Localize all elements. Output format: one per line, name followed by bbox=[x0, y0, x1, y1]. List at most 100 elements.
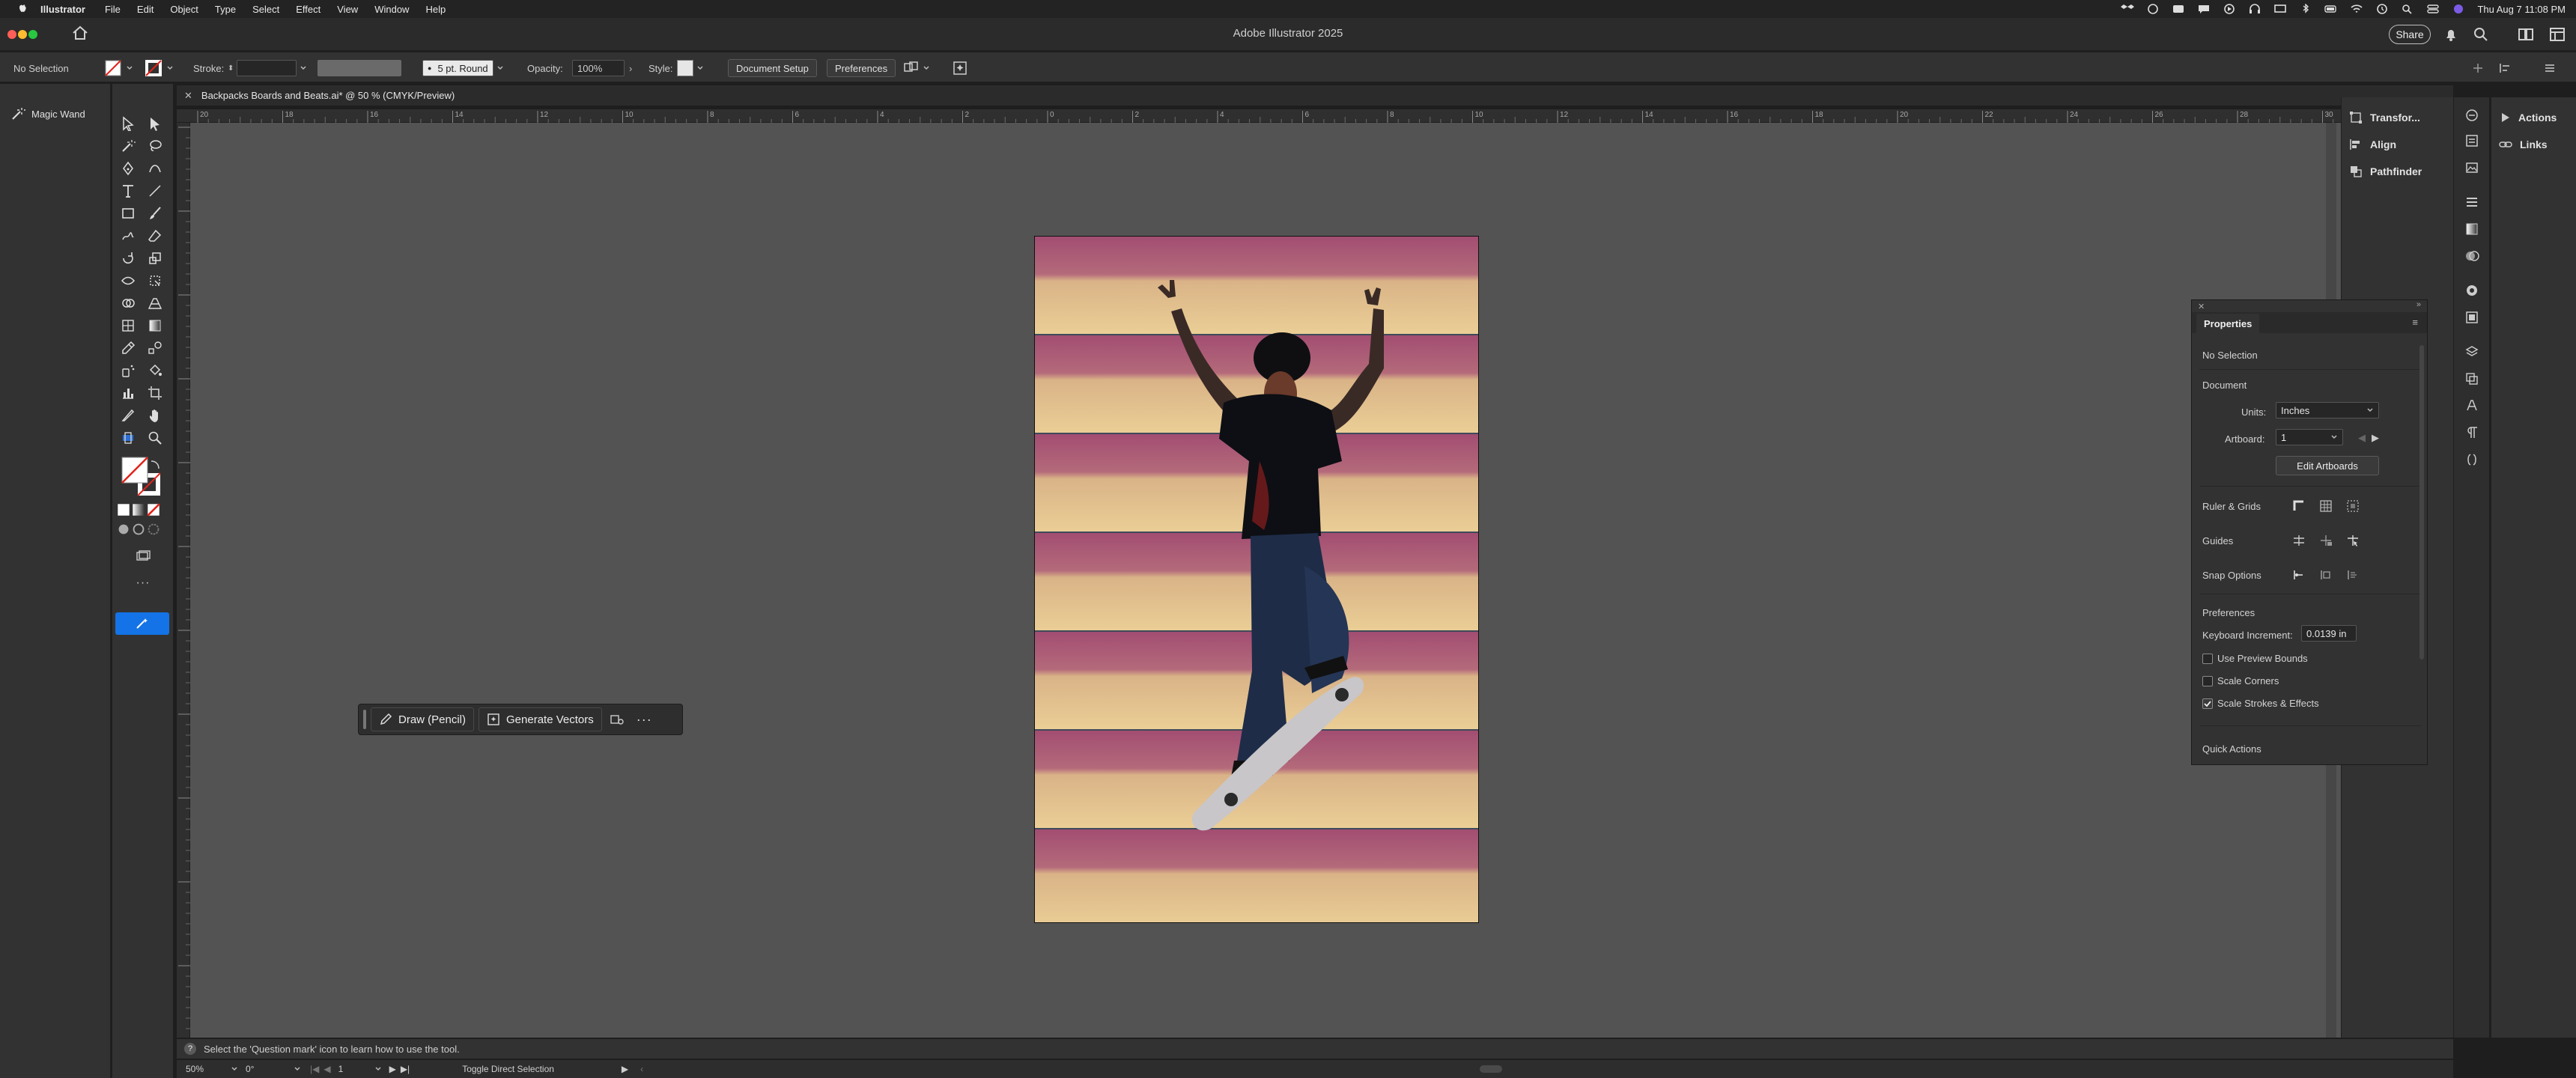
taskbar-settings-button[interactable] bbox=[610, 713, 625, 726]
time-machine-icon[interactable] bbox=[2375, 4, 2389, 14]
snap-to-point-button[interactable] bbox=[2289, 565, 2309, 585]
artboards-panel-icon[interactable] bbox=[2464, 371, 2479, 386]
artboard[interactable] bbox=[1034, 236, 1479, 923]
shaper-tool[interactable] bbox=[118, 226, 138, 246]
links-panel-tab[interactable]: Links bbox=[2499, 135, 2548, 154]
notifications-icon[interactable] bbox=[2443, 26, 2459, 43]
character-panel-icon[interactable] bbox=[2464, 398, 2479, 413]
collapse-panel-icon[interactable]: » bbox=[2416, 300, 2421, 309]
draw-behind-button[interactable] bbox=[132, 523, 145, 536]
battery-icon[interactable] bbox=[2324, 4, 2338, 14]
arrange-icon-group[interactable] bbox=[903, 60, 930, 76]
display-icon[interactable] bbox=[2273, 4, 2287, 14]
graphic-style-picker[interactable] bbox=[677, 60, 704, 76]
stroke-weight-input[interactable] bbox=[237, 60, 297, 76]
eraser-tool[interactable] bbox=[145, 226, 165, 246]
use-preview-bounds-checkbox[interactable] bbox=[2202, 654, 2213, 664]
previous-artboard-icon[interactable]: ◀ bbox=[323, 1064, 330, 1074]
contextual-taskbar-toggle[interactable] bbox=[115, 612, 169, 635]
menu-help[interactable]: Help bbox=[425, 4, 446, 15]
gradient-mode-button[interactable] bbox=[132, 503, 145, 517]
artboard-number-field[interactable]: 1 bbox=[338, 1064, 374, 1074]
opentype-panel-icon[interactable] bbox=[2464, 452, 2479, 467]
draw-pencil-button[interactable]: Draw (Pencil) bbox=[371, 707, 475, 731]
none-mode-button[interactable] bbox=[147, 503, 160, 517]
transparency-grid-button[interactable] bbox=[2343, 496, 2363, 516]
menu-edit[interactable]: Edit bbox=[137, 4, 154, 15]
generative-recolor-icon[interactable] bbox=[953, 61, 969, 76]
arrange-documents-icon[interactable] bbox=[2549, 26, 2566, 43]
gradient-panel-icon[interactable] bbox=[2464, 222, 2479, 237]
artboard-select[interactable]: 1 bbox=[2276, 429, 2343, 445]
search-help-icon[interactable] bbox=[2473, 26, 2489, 43]
edit-artboards-button[interactable]: Edit Artboards bbox=[2276, 456, 2379, 475]
transparency-panel-icon[interactable] bbox=[2464, 249, 2479, 264]
align-options-icon[interactable] bbox=[2498, 61, 2512, 75]
last-artboard-icon[interactable]: ▶| bbox=[401, 1064, 410, 1074]
bluetooth-icon[interactable] bbox=[2299, 4, 2312, 14]
rectangle-tool[interactable] bbox=[118, 204, 138, 223]
lasso-tool[interactable] bbox=[145, 136, 165, 156]
scale-tool[interactable] bbox=[145, 249, 165, 268]
zoom-tool[interactable] bbox=[145, 428, 165, 448]
type-tool[interactable] bbox=[118, 181, 138, 201]
share-button[interactable]: Share bbox=[2389, 25, 2431, 44]
artboard-tool[interactable] bbox=[145, 383, 165, 403]
generative-icon-group[interactable] bbox=[953, 60, 969, 76]
stroke-panel-icon[interactable] bbox=[2464, 195, 2479, 210]
show-rulers-button[interactable] bbox=[2289, 496, 2309, 516]
draw-inside-button[interactable] bbox=[147, 523, 160, 536]
hand-tool[interactable] bbox=[145, 406, 165, 425]
panel-menu-icon[interactable] bbox=[2543, 61, 2557, 75]
libraries-icon[interactable] bbox=[2464, 108, 2479, 123]
symbol-sprayer-tool[interactable] bbox=[118, 361, 138, 380]
scale-strokes-effects-label[interactable]: Scale Strokes & Effects bbox=[2217, 698, 2319, 709]
preferences-button[interactable]: Preferences bbox=[827, 59, 896, 77]
cloud-icon[interactable] bbox=[2146, 4, 2160, 14]
zoom-level-field[interactable]: 50% bbox=[186, 1064, 231, 1074]
scale-corners-label[interactable]: Scale Corners bbox=[2217, 675, 2279, 686]
transform-panel-tab[interactable]: Transfor... bbox=[2349, 108, 2420, 127]
snap-to-pixel-button[interactable] bbox=[2316, 565, 2336, 585]
pen-tool[interactable] bbox=[118, 159, 138, 178]
menu-effect[interactable]: Effect bbox=[296, 4, 321, 15]
gradient-tool[interactable] bbox=[145, 316, 165, 335]
paintbrush-tool[interactable] bbox=[145, 204, 165, 223]
document-tab[interactable]: ✕ Backpacks Boards and Beats.ai* @ 50 % … bbox=[177, 85, 2453, 106]
show-grid-button[interactable] bbox=[2316, 496, 2336, 516]
snap-to-glyph-button[interactable] bbox=[2343, 565, 2363, 585]
horizontal-ruler[interactable]: 20 18 16 14 12 10 8 6 4 2 0 2 4 6 8 10 12 14 16 18 20 22 24 26 2… bbox=[177, 109, 2453, 123]
color-mode-button[interactable] bbox=[117, 503, 130, 517]
panel-menu-icon[interactable]: ≡ bbox=[2412, 317, 2418, 328]
search-icon[interactable] bbox=[2401, 4, 2414, 14]
properties-scrollbar[interactable] bbox=[2419, 345, 2424, 660]
menu-view[interactable]: View bbox=[337, 4, 358, 15]
keyboard-increment-input[interactable]: 0.0139 in bbox=[2301, 625, 2357, 642]
menu-object[interactable]: Object bbox=[170, 4, 198, 15]
status-menu-arrow-icon[interactable]: ▶ bbox=[622, 1064, 628, 1074]
skateboarder-artwork[interactable] bbox=[1035, 237, 1479, 923]
status-tool-hint[interactable]: Toggle Direct Selection bbox=[462, 1064, 554, 1074]
stroke-weight-field[interactable]: ⬍ bbox=[228, 60, 307, 76]
screen-mode-button[interactable] bbox=[133, 546, 153, 566]
live-paint-bucket-tool[interactable] bbox=[145, 361, 165, 380]
free-transform-tool[interactable] bbox=[145, 271, 165, 290]
brush-select[interactable]: ● 5 pt. Round bbox=[422, 60, 493, 76]
lock-guides-button[interactable] bbox=[2316, 531, 2336, 550]
scale-corners-checkbox[interactable] bbox=[2202, 676, 2213, 686]
chevron-right-icon[interactable]: › bbox=[629, 63, 632, 74]
previous-artboard-arrow-icon[interactable]: ◀ bbox=[2358, 432, 2366, 444]
line-segment-tool[interactable] bbox=[145, 181, 165, 201]
next-artboard-icon[interactable]: ▶ bbox=[389, 1064, 396, 1074]
arrange-icon[interactable] bbox=[903, 61, 920, 76]
siri-icon[interactable] bbox=[2452, 4, 2465, 14]
units-select[interactable]: Inches bbox=[2276, 402, 2379, 418]
collapse-panels-icon[interactable] bbox=[2471, 61, 2485, 75]
print-tiling-tool[interactable] bbox=[118, 428, 138, 448]
direct-selection-tool[interactable] bbox=[145, 114, 165, 133]
shape-builder-tool[interactable] bbox=[118, 293, 138, 313]
menu-window[interactable]: Window bbox=[374, 4, 409, 15]
perspective-grid-tool[interactable] bbox=[145, 293, 165, 313]
rotate-tool[interactable] bbox=[118, 249, 138, 268]
graphic-styles-icon[interactable] bbox=[2464, 310, 2479, 325]
